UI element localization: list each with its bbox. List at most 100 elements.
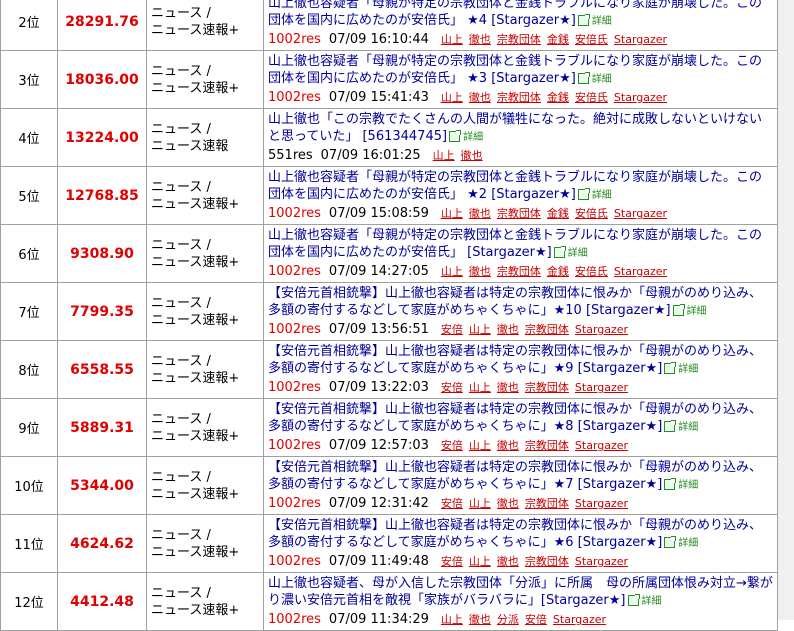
external-link-icon[interactable] (664, 420, 677, 432)
category-cell[interactable]: ニュース / ニュース速報+ (146, 340, 264, 399)
detail-link[interactable]: 詳細 (678, 538, 698, 549)
tag-link[interactable]: 山上 (469, 323, 491, 336)
detail-link[interactable]: 詳細 (463, 132, 483, 143)
tag-link[interactable]: 徹也 (469, 33, 491, 46)
category-board[interactable]: ニュース / (151, 179, 263, 196)
tag-link[interactable]: Stargazer (575, 497, 628, 510)
category-sub[interactable]: ニュース速報+ (151, 370, 263, 387)
external-link-icon[interactable] (553, 246, 566, 258)
tag-link[interactable]: 安倍氏 (575, 207, 608, 220)
tag-link[interactable]: 山上 (441, 33, 463, 46)
category-sub[interactable]: ニュース速報+ (151, 196, 263, 213)
tag-link[interactable]: Stargazer (614, 207, 667, 220)
tag-link[interactable]: 徹也 (461, 149, 483, 162)
external-link-icon[interactable] (627, 594, 640, 606)
category-board[interactable]: ニュース / (151, 63, 263, 80)
detail-link[interactable]: 詳細 (678, 422, 698, 433)
category-cell[interactable]: ニュース / ニュース速報+ (146, 514, 264, 573)
category-cell[interactable]: ニュース / ニュース速報 (146, 108, 264, 167)
category-board[interactable]: ニュース / (151, 121, 263, 138)
tag-link[interactable]: 宗教団体 (497, 265, 541, 278)
tag-link[interactable]: 徹也 (497, 323, 519, 336)
tag-link[interactable]: 山上 (469, 497, 491, 510)
tag-link[interactable]: Stargazer (614, 265, 667, 278)
external-link-icon[interactable] (664, 362, 677, 374)
category-sub[interactable]: ニュース速報+ (151, 22, 263, 39)
tag-link[interactable]: 宗教団体 (525, 323, 569, 336)
detail-link[interactable]: 詳細 (678, 364, 698, 375)
category-sub[interactable]: ニュース速報+ (151, 312, 263, 329)
category-board[interactable]: ニュース / (151, 585, 263, 602)
tag-link[interactable]: 徹也 (497, 381, 519, 394)
tag-link[interactable]: 宗教団体 (497, 207, 541, 220)
detail-link[interactable]: 詳細 (568, 248, 588, 259)
category-cell[interactable]: ニュース / ニュース速報+ (146, 224, 264, 283)
category-board[interactable]: ニュース / (151, 411, 263, 428)
category-board[interactable]: ニュース / (151, 237, 263, 254)
tag-link[interactable]: 山上 (433, 149, 455, 162)
category-cell[interactable]: ニュース / ニュース速報+ (146, 50, 264, 109)
thread-title-link[interactable]: 山上徹也容疑者「母親が特定の宗教団体と金銭トラブルになり家庭が崩壊した。この団体… (268, 228, 762, 260)
category-board[interactable]: ニュース / (151, 295, 263, 312)
tag-link[interactable]: 徹也 (469, 207, 491, 220)
detail-link[interactable]: 詳細 (687, 306, 707, 317)
tag-link[interactable]: 宗教団体 (525, 555, 569, 568)
tag-link[interactable]: 安倍氏 (575, 265, 608, 278)
tag-link[interactable]: 山上 (441, 265, 463, 278)
detail-link[interactable]: 詳細 (592, 16, 612, 27)
tag-link[interactable]: Stargazer (575, 555, 628, 568)
tag-link[interactable]: 山上 (469, 555, 491, 568)
tag-link[interactable]: 徹也 (469, 91, 491, 104)
tag-link[interactable]: 徹也 (497, 439, 519, 452)
category-cell[interactable]: ニュース / ニュース速報+ (146, 166, 264, 225)
tag-link[interactable]: 宗教団体 (525, 381, 569, 394)
thread-title-link[interactable]: 山上徹也容疑者「母親が特定の宗教団体と金銭トラブルになり家庭が崩壊した。この団体… (268, 0, 762, 28)
tag-link[interactable]: 安倍 (441, 323, 463, 336)
tag-link[interactable]: 山上 (441, 207, 463, 220)
external-link-icon[interactable] (577, 72, 590, 84)
detail-link[interactable]: 詳細 (678, 480, 698, 491)
category-cell[interactable]: ニュース / ニュース速報+ (146, 0, 264, 51)
tag-link[interactable]: 安倍 (441, 439, 463, 452)
tag-link[interactable]: 金銭 (547, 33, 569, 46)
tag-link[interactable]: 宗教団体 (497, 33, 541, 46)
tag-link[interactable]: 宗教団体 (525, 439, 569, 452)
category-sub[interactable]: ニュース速報+ (151, 486, 263, 503)
tag-link[interactable]: 宗教団体 (497, 91, 541, 104)
tag-link[interactable]: 安倍 (441, 381, 463, 394)
category-board[interactable]: ニュース / (151, 5, 263, 22)
category-sub[interactable]: ニュース速報 (151, 138, 263, 155)
tag-link[interactable]: 金銭 (547, 91, 569, 104)
tag-link[interactable]: Stargazer (575, 323, 628, 336)
detail-link[interactable]: 詳細 (592, 74, 612, 85)
detail-link[interactable]: 詳細 (642, 596, 662, 607)
tag-link[interactable]: 安倍 (441, 555, 463, 568)
external-link-icon[interactable] (577, 188, 590, 200)
category-sub[interactable]: ニュース速報+ (151, 544, 263, 561)
thread-title-link[interactable]: 山上徹也容疑者「母親が特定の宗教団体と金銭トラブルになり家庭が崩壊した。この団体… (268, 170, 762, 202)
category-cell[interactable]: ニュース / ニュース速報+ (146, 572, 264, 631)
tag-link[interactable]: 金銭 (547, 207, 569, 220)
tag-link[interactable]: 山上 (469, 439, 491, 452)
category-board[interactable]: ニュース / (151, 353, 263, 370)
tag-link[interactable]: Stargazer (575, 439, 628, 452)
tag-link[interactable]: 山上 (469, 381, 491, 394)
tag-link[interactable]: 安倍氏 (575, 33, 608, 46)
tag-link[interactable]: Stargazer (575, 381, 628, 394)
external-link-icon[interactable] (664, 536, 677, 548)
tag-link[interactable]: 宗教団体 (525, 497, 569, 510)
thread-title-link[interactable]: 山上徹也容疑者、母が入信した宗教団体「分派」に所属 母の所属団体恨み対立→繋がり… (268, 576, 773, 608)
external-link-icon[interactable] (449, 130, 462, 142)
tag-link[interactable]: Stargazer (614, 91, 667, 104)
scrollbar[interactable] (778, 0, 794, 620)
tag-link[interactable]: Stargazer (614, 33, 667, 46)
tag-link[interactable]: 安倍 (441, 497, 463, 510)
category-board[interactable]: ニュース / (151, 469, 263, 486)
tag-link[interactable]: 金銭 (547, 265, 569, 278)
category-cell[interactable]: ニュース / ニュース速報+ (146, 398, 264, 457)
tag-link[interactable]: 安倍氏 (575, 91, 608, 104)
external-link-icon[interactable] (672, 304, 685, 316)
thread-title-link[interactable]: 山上徹也「この宗教でたくさんの人間が犠牲になった。絶対に成敗しないといけないと思… (268, 112, 762, 144)
thread-title-link[interactable]: 山上徹也容疑者「母親が特定の宗教団体と金銭トラブルになり家庭が崩壊した。この団体… (268, 54, 762, 86)
category-sub[interactable]: ニュース速報+ (151, 602, 263, 619)
